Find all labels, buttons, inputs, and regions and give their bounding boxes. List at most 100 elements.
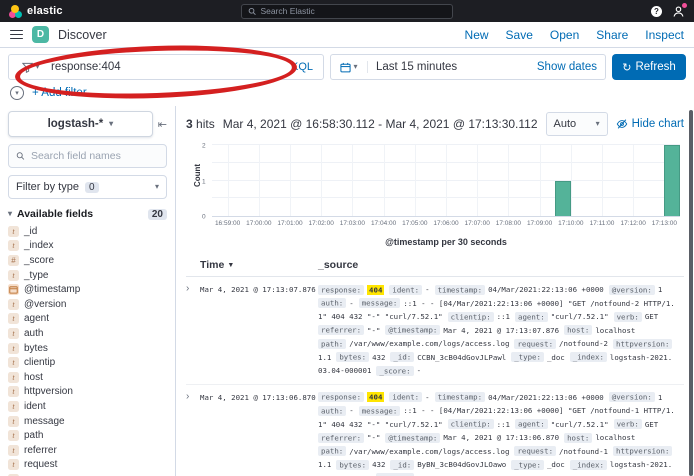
row-time: Mar 4, 2021 @ 17:13:07.876 xyxy=(200,283,318,378)
index-pattern-label: logstash-* xyxy=(48,118,104,130)
x-tick-label: 17:08:00 xyxy=(496,220,521,227)
hits-count: 3 hits xyxy=(186,117,215,131)
field-name: agent xyxy=(24,313,49,324)
field-item-@timestamp[interactable]: @timestamp xyxy=(8,282,167,297)
query-input[interactable] xyxy=(51,61,285,73)
source-field-value: GET xyxy=(645,420,658,429)
field-item-_score[interactable]: #_score xyxy=(8,253,167,268)
action-inspect[interactable]: Inspect xyxy=(645,28,684,42)
field-item-_type[interactable]: t_type xyxy=(8,268,167,283)
field-item-auth[interactable]: tauth xyxy=(8,326,167,341)
menu-icon[interactable] xyxy=(10,30,23,40)
v-gridline xyxy=(415,145,416,216)
field-name: _type xyxy=(24,270,48,281)
source-field-value: /notfound-2 xyxy=(559,339,608,348)
histogram-bar[interactable] xyxy=(664,145,680,216)
field-item-httpversion[interactable]: thttpversion xyxy=(8,385,167,400)
source-field-value: Mar 4, 2021 @ 17:13:07.876 xyxy=(443,326,559,335)
v-gridline xyxy=(508,145,509,216)
query-language-button[interactable]: KQL xyxy=(291,61,315,73)
documents-table: Time▼ _source ›Mar 4, 2021 @ 17:13:07.87… xyxy=(186,256,684,476)
source-field-value: - xyxy=(425,393,429,402)
datepicker-calendar-button[interactable]: ▾ xyxy=(331,62,367,73)
time-range-display[interactable]: Last 15 minutes Show dates xyxy=(367,61,605,73)
global-search[interactable] xyxy=(241,4,453,19)
sort-desc-icon: ▼ xyxy=(227,262,234,269)
source-field-value: "curl/7.52.1" xyxy=(551,420,609,429)
string-field-icon: t xyxy=(8,313,19,324)
source-field-value: 04/Mar/2021:22:13:06 +0000 xyxy=(488,285,604,294)
source-field-key: _index: xyxy=(570,460,607,470)
field-item-agent[interactable]: tagent xyxy=(8,312,167,327)
source-field-key: message: xyxy=(359,406,401,416)
field-item-_id[interactable]: t_id xyxy=(8,224,167,239)
source-field-key: _score: xyxy=(376,366,413,376)
elastic-logo[interactable]: elastic xyxy=(9,5,63,18)
histogram-bar[interactable] xyxy=(555,181,571,217)
field-item-@version[interactable]: t@version xyxy=(8,297,167,312)
source-field-value: ByBN_3cB04dGovJLOawo xyxy=(417,460,506,469)
interval-select[interactable]: Auto ▾ xyxy=(546,112,608,136)
field-item-ident[interactable]: tident xyxy=(8,399,167,414)
string-field-icon: t xyxy=(8,386,19,397)
refresh-button[interactable]: ↻ Refresh xyxy=(612,54,686,80)
field-name: host xyxy=(24,372,43,383)
field-item-host[interactable]: thost xyxy=(8,370,167,385)
field-item-_index[interactable]: t_index xyxy=(8,239,167,254)
available-fields-header[interactable]: ▾ Available fields 20 xyxy=(8,208,167,220)
source-field-value: 1.1 xyxy=(318,353,331,362)
field-search-input[interactable] xyxy=(31,150,159,162)
chevron-down-icon: ▾ xyxy=(155,183,159,191)
eye-slash-icon xyxy=(616,118,628,130)
table-body: ›Mar 4, 2021 @ 17:13:07.876response:404i… xyxy=(186,277,684,476)
source-field-key: ident: xyxy=(389,285,422,295)
action-share[interactable]: Share xyxy=(596,28,628,42)
global-search-input[interactable] xyxy=(260,6,446,16)
action-save[interactable]: Save xyxy=(506,28,533,42)
action-new[interactable]: New xyxy=(465,28,489,42)
source-field-key: response: xyxy=(318,392,364,402)
source-field-key: _id: xyxy=(390,352,414,362)
help-icon[interactable]: ? xyxy=(651,6,662,17)
x-tick-label: 17:00:00 xyxy=(246,220,271,227)
refresh-label: Refresh xyxy=(635,61,675,73)
action-open[interactable]: Open xyxy=(550,28,579,42)
time-range-value: Last 15 minutes xyxy=(376,61,457,73)
time-column-header[interactable]: Time▼ xyxy=(200,259,318,271)
expand-row-icon[interactable]: › xyxy=(186,391,200,476)
field-item-request[interactable]: trequest xyxy=(8,458,167,473)
filter-by-type-accordion[interactable]: Filter by type 0 ▾ xyxy=(8,175,167,199)
collapse-sidebar-icon[interactable]: ⇤ xyxy=(158,118,167,131)
add-filter-button[interactable]: + Add filter xyxy=(32,87,87,99)
field-item-bytes[interactable]: tbytes xyxy=(8,341,167,356)
x-tick-label: 17:03:00 xyxy=(340,220,365,227)
source-field-value: 1 xyxy=(658,285,662,294)
source-field-value: /notfound-1 xyxy=(559,447,608,456)
show-dates-button[interactable]: Show dates xyxy=(537,61,597,73)
hide-chart-button[interactable]: Hide chart xyxy=(616,118,684,130)
field-item-clientip[interactable]: tclientip xyxy=(8,355,167,370)
field-item-referrer[interactable]: treferrer xyxy=(8,443,167,458)
field-item-response[interactable]: tresponse xyxy=(8,472,167,476)
field-item-path[interactable]: tpath xyxy=(8,428,167,443)
filter-options-icon[interactable]: ▾ xyxy=(10,86,24,100)
source-field-value: GET xyxy=(645,312,658,321)
chart-plot-area[interactable]: 012 xyxy=(212,145,680,217)
source-field-key: _id: xyxy=(390,460,414,470)
row-time: Mar 4, 2021 @ 17:13:06.870 xyxy=(200,391,318,476)
source-field-value: localhost xyxy=(595,433,635,442)
field-name: _index xyxy=(24,240,53,251)
string-field-icon: t xyxy=(8,401,19,412)
string-field-icon: t xyxy=(8,357,19,368)
filter-bar: ▾ + Add filter xyxy=(0,84,694,106)
field-item-message[interactable]: tmessage xyxy=(8,414,167,429)
saved-query-menu-button[interactable]: ▾ xyxy=(17,62,45,73)
index-pattern-selector[interactable]: logstash-* ▾ xyxy=(8,111,153,137)
discover-app-icon[interactable]: D xyxy=(32,26,49,43)
user-avatar[interactable] xyxy=(672,5,685,18)
field-search[interactable] xyxy=(8,144,167,168)
string-field-icon: t xyxy=(8,299,19,310)
expand-row-icon[interactable]: › xyxy=(186,283,200,378)
field-name: _id xyxy=(24,226,37,237)
vertical-scrollbar[interactable] xyxy=(689,110,693,476)
